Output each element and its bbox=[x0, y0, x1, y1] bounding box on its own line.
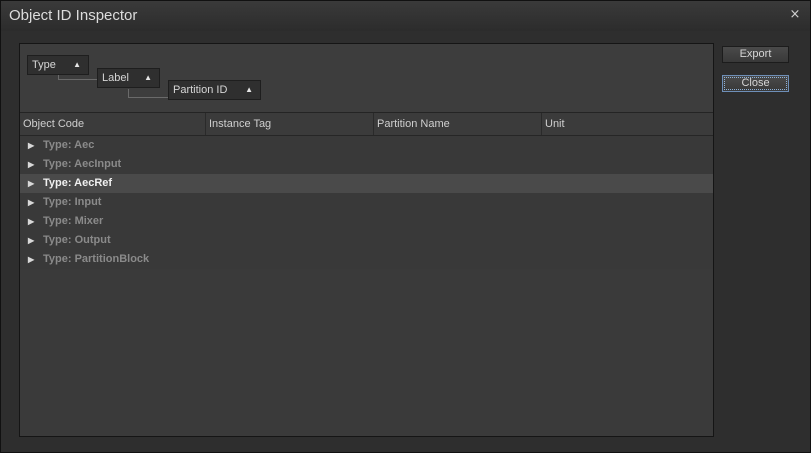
close-icon[interactable]: × bbox=[788, 7, 802, 23]
group-chip-type[interactable]: Type ▲ bbox=[27, 55, 89, 75]
expand-arrow-icon[interactable]: ▶ bbox=[28, 250, 38, 269]
title-bar[interactable]: Object ID Inspector × bbox=[1, 1, 810, 31]
column-header-instance-tag[interactable]: Instance Tag bbox=[206, 113, 374, 135]
column-header-row: Object Code Instance Tag Partition Name … bbox=[20, 113, 713, 136]
expand-arrow-icon[interactable]: ▶ bbox=[28, 174, 38, 193]
group-row-label: Type: Output bbox=[43, 234, 111, 246]
window-title: Object ID Inspector bbox=[9, 7, 138, 24]
group-row[interactable]: ▶ Type: Input bbox=[20, 193, 713, 212]
group-row[interactable]: ▶ Type: PartitionBlock bbox=[20, 250, 713, 269]
column-header-unit[interactable]: Unit bbox=[542, 113, 713, 135]
group-row-selected[interactable]: ▶ Type: AecRef bbox=[20, 174, 713, 193]
group-row[interactable]: ▶ Type: Mixer bbox=[20, 212, 713, 231]
group-row-label: Type: PartitionBlock bbox=[43, 253, 150, 265]
group-row[interactable]: ▶ Type: Output bbox=[20, 231, 713, 250]
group-chip-label: Type bbox=[32, 59, 56, 71]
group-row-label: Type: Aec bbox=[43, 139, 95, 151]
group-chip-label: Label bbox=[102, 72, 129, 84]
sort-ascending-icon: ▲ bbox=[245, 85, 253, 94]
column-header-object-code[interactable]: Object Code bbox=[20, 113, 206, 135]
expand-arrow-icon[interactable]: ▶ bbox=[28, 231, 38, 250]
group-row[interactable]: ▶ Type: Aec bbox=[20, 136, 713, 155]
group-row-label: Type: AecRef bbox=[43, 177, 113, 189]
group-connector bbox=[128, 89, 169, 98]
group-row-label: Type: Mixer bbox=[43, 215, 104, 227]
object-grid-panel: Type ▲ Label ▲ Partition ID ▲ Object Cod… bbox=[19, 43, 714, 437]
group-chip-label[interactable]: Label ▲ bbox=[97, 68, 160, 88]
group-chip-label: Partition ID bbox=[173, 84, 228, 96]
expand-arrow-icon[interactable]: ▶ bbox=[28, 212, 38, 231]
sort-ascending-icon: ▲ bbox=[73, 60, 81, 69]
sort-ascending-icon: ▲ bbox=[144, 73, 152, 82]
group-by-panel: Type ▲ Label ▲ Partition ID ▲ bbox=[20, 44, 713, 113]
group-row[interactable]: ▶ Type: AecInput bbox=[20, 155, 713, 174]
dialog-window: Object ID Inspector × Type ▲ Label ▲ Par… bbox=[0, 0, 811, 453]
group-chip-partition-id[interactable]: Partition ID ▲ bbox=[168, 80, 261, 100]
export-button[interactable]: Export bbox=[722, 46, 789, 63]
expand-arrow-icon[interactable]: ▶ bbox=[28, 136, 38, 155]
group-rows: ▶ Type: Aec ▶ Type: AecInput ▶ Type: Aec… bbox=[20, 136, 713, 269]
expand-arrow-icon[interactable]: ▶ bbox=[28, 155, 38, 174]
expand-arrow-icon[interactable]: ▶ bbox=[28, 193, 38, 212]
group-row-label: Type: AecInput bbox=[43, 158, 122, 170]
close-button[interactable]: Close bbox=[722, 75, 789, 92]
group-row-label: Type: Input bbox=[43, 196, 102, 208]
column-header-partition-name[interactable]: Partition Name bbox=[374, 113, 542, 135]
